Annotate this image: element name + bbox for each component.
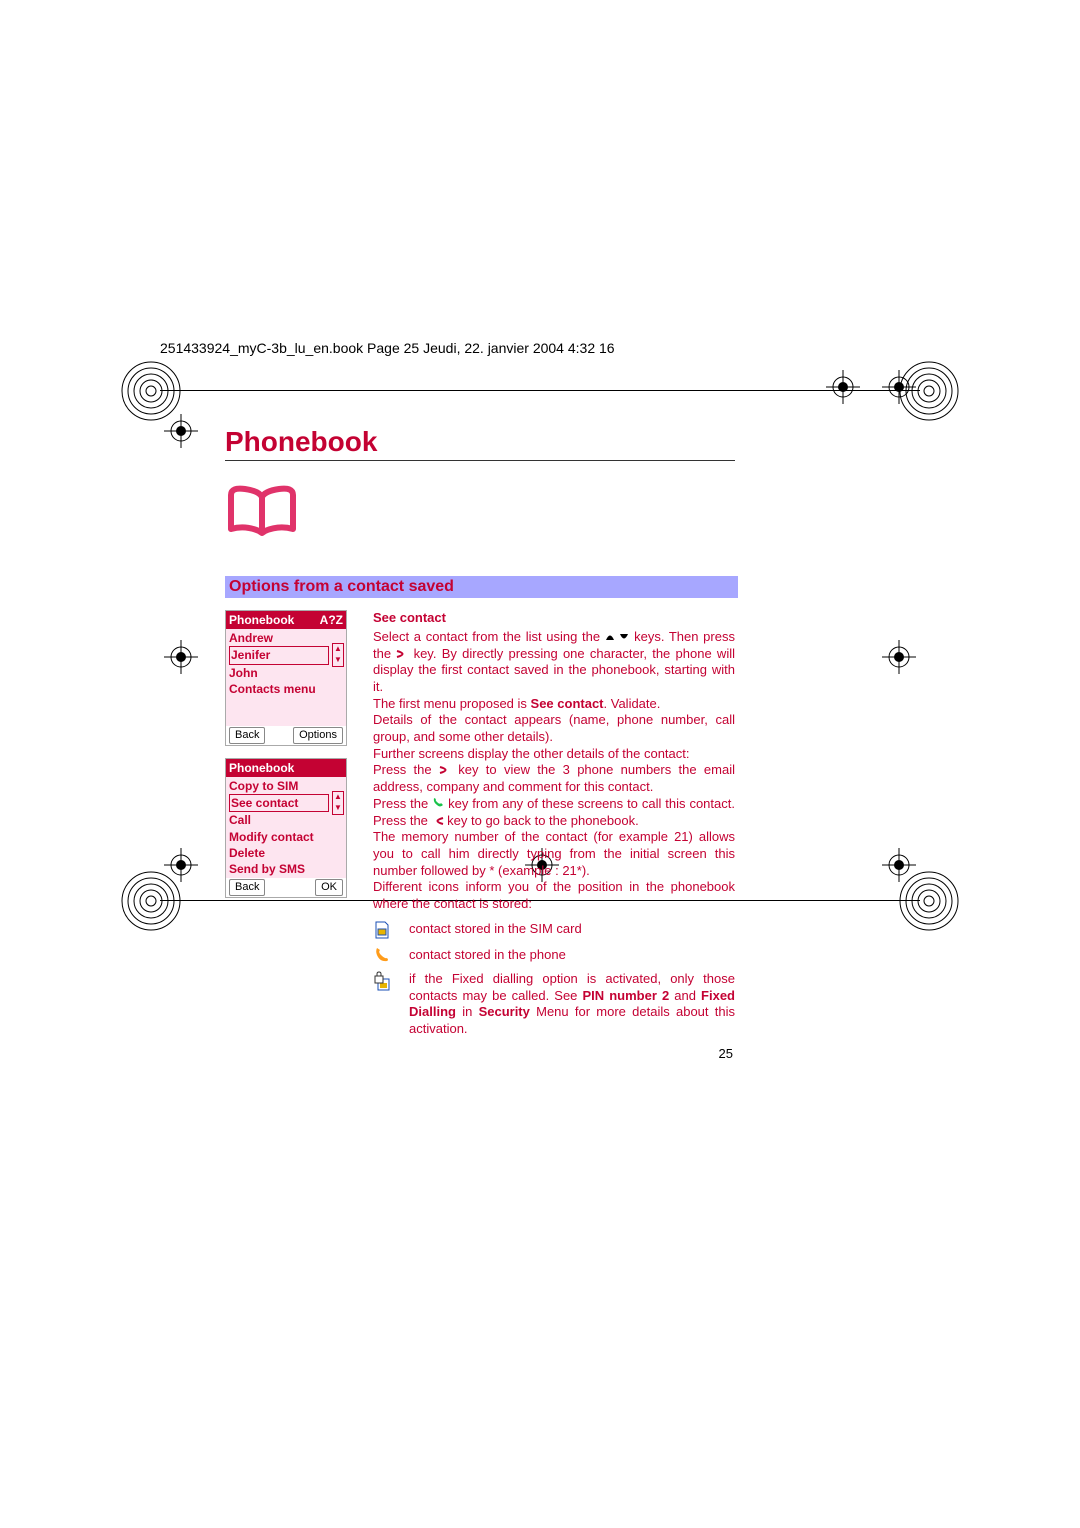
list-item: John (229, 665, 343, 681)
paragraph: The memory number of the contact (for ex… (373, 829, 735, 879)
phone-screen-contacts: Phonebook A?Z Andrew Jenifer John Contac… (225, 610, 347, 746)
list-item-selected: Jenifer (229, 646, 329, 664)
legend-text: contact stored in the phone (409, 947, 735, 964)
right-key-icon (439, 762, 451, 779)
up-key-icon (605, 629, 615, 646)
right-key-icon (396, 646, 408, 663)
scroll-indicator-icon: ▲▼ (332, 643, 344, 667)
softkey-back: Back (229, 727, 265, 744)
list-item: Call (229, 812, 343, 828)
sim-card-icon (373, 921, 391, 939)
phone-screen-options: Phonebook Copy to SIM See contact Call M… (225, 758, 347, 898)
screen1-title: Phonebook (229, 612, 294, 628)
list-item: Contacts menu (229, 681, 343, 697)
list-item: Andrew (229, 630, 343, 646)
softkey-options: Options (293, 727, 343, 744)
softkey-back: Back (229, 879, 265, 896)
phone-storage-icon (373, 947, 391, 963)
phonebook-icon (225, 481, 735, 546)
paragraph: Different icons inform you of the positi… (373, 879, 735, 912)
paragraph: Press the key to view the 3 phone number… (373, 762, 735, 796)
lock-sim-icon (373, 971, 391, 991)
down-key-icon (619, 629, 629, 646)
chapter-title: Phonebook (225, 426, 735, 461)
paragraph: Select a contact from the list using the… (373, 629, 735, 696)
list-item: Copy to SIM (229, 778, 343, 794)
list-item-selected: See contact (229, 794, 329, 812)
paragraph: Press the key from any of these screens … (373, 796, 735, 830)
legend-text: if the Fixed dialling option is activate… (409, 971, 735, 1038)
section-title: Options from a contact saved (225, 576, 738, 598)
list-item: Modify contact (229, 829, 343, 845)
paragraph: Details of the contact appears (name, ph… (373, 712, 735, 745)
left-key-icon (432, 813, 444, 830)
file-meta-header: 251433924_myC-3b_lu_en.book Page 25 Jeud… (160, 340, 920, 356)
call-key-icon (432, 796, 444, 813)
screen2-title: Phonebook (229, 760, 294, 776)
paragraph: Further screens display the other detail… (373, 746, 735, 763)
list-item: Delete (229, 845, 343, 861)
softkey-ok: OK (315, 879, 343, 896)
page-number: 25 (225, 1046, 735, 1061)
screen1-sort: A?Z (320, 612, 343, 628)
paragraph: The first menu proposed is See contact. … (373, 696, 735, 713)
list-item: Send by SMS (229, 861, 343, 877)
scroll-indicator-icon: ▲▼ (332, 791, 344, 815)
subheading-see-contact: See contact (373, 610, 735, 627)
legend-text: contact stored in the SIM card (409, 921, 735, 938)
